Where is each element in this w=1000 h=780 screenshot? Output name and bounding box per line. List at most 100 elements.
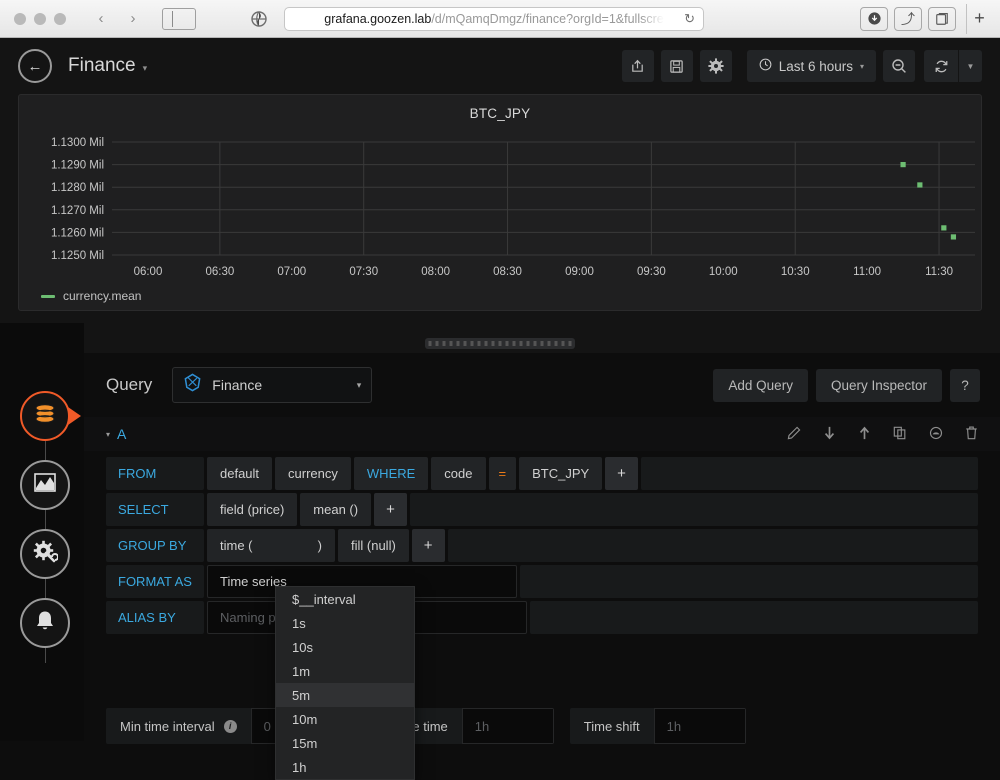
sidebar-item-general[interactable] (20, 529, 70, 579)
add-group-by-button[interactable]: + (411, 529, 445, 562)
share-icon[interactable]: ⤴ (894, 6, 922, 31)
alias-by-label: ALIAS BY (106, 601, 204, 634)
time-range-picker[interactable]: Last 6 hours ▾ (746, 50, 876, 82)
dashboard-title-text: Finance (68, 55, 136, 76)
select-field-segment[interactable]: field (price) (207, 493, 298, 526)
where-tag-segment[interactable]: code (431, 457, 486, 490)
y-axis-tick-label: 1.1250 Mil (51, 250, 104, 262)
datasource-name: Finance (212, 377, 263, 393)
save-dashboard-button[interactable] (660, 50, 693, 82)
min-time-interval-text: Min time interval (120, 718, 215, 734)
sidebar-icon (163, 9, 195, 29)
group-by-label: GROUP BY (106, 529, 204, 562)
query-options-row: Min time interval i 0 Relative time 1h T… (106, 708, 978, 744)
min-time-interval-label: Min time interval i (106, 708, 251, 744)
gear-wrench-icon (32, 539, 59, 570)
dropdown-option[interactable]: 1h (276, 755, 414, 779)
graph-panel: BTC_JPY 1.1300 Mil 1.1290 Mil 1.1280 Mil 1.… (18, 94, 982, 311)
move-up-icon[interactable] (858, 426, 871, 443)
x-axis-tick-label: 06:30 (205, 266, 234, 278)
edit-icon[interactable] (787, 426, 801, 443)
legend-color-swatch (41, 294, 55, 298)
clock-icon (759, 58, 772, 74)
info-icon[interactable]: i (223, 719, 237, 733)
dropdown-option[interactable]: $__interval (276, 587, 414, 611)
reload-icon[interactable]: ↻ (684, 11, 695, 27)
chart-legend[interactable]: currency.mean (41, 289, 141, 303)
new-tab-button[interactable]: + (966, 3, 992, 34)
minimize-window-button[interactable] (34, 12, 46, 25)
y-axis-tick-label: 1.1260 Mil (51, 227, 104, 239)
group-by-time-close: ) (317, 538, 322, 553)
dropdown-option[interactable]: 15m (276, 731, 414, 755)
x-axis-tick-label: 09:00 (565, 266, 594, 278)
refresh-interval-dropdown[interactable]: ▼ (958, 50, 982, 82)
format-as-label: FORMAT AS (106, 565, 204, 598)
dropdown-option[interactable]: 10m (276, 707, 414, 731)
share-dashboard-button[interactable] (621, 50, 654, 82)
delete-icon[interactable] (965, 425, 978, 443)
window-traffic-lights[interactable] (8, 12, 66, 25)
tabs-overview-icon[interactable] (928, 6, 956, 31)
panel-editor-nav (0, 323, 84, 741)
dropdown-option[interactable]: 1m (276, 659, 414, 683)
where-label[interactable]: WHERE (353, 457, 429, 490)
datasource-picker[interactable]: Finance ▾ (172, 367, 373, 403)
dashboard-settings-button[interactable] (699, 50, 732, 82)
globe-icon[interactable] (244, 8, 274, 30)
sidebar-item-visualization[interactable] (20, 460, 70, 510)
hide-response-icon[interactable] (929, 426, 943, 443)
group-by-fill-segment[interactable]: fill (null) (338, 529, 409, 562)
panel-resize-handle[interactable] (425, 338, 575, 349)
query-editor: Query Finance ▾ Add Query Query Inspecto… (84, 353, 1000, 741)
relative-time-input[interactable]: 1h (461, 708, 554, 744)
close-window-button[interactable] (14, 12, 26, 25)
group-by-time-segment[interactable]: time ( ) (207, 529, 335, 562)
browser-chrome: ‹ › grafana.goozen.lab/d/mQamqDmgz/finan… (0, 0, 1000, 38)
help-button[interactable]: ? (950, 368, 980, 402)
chevron-down-icon[interactable]: ▾ (143, 63, 148, 73)
add-select-button[interactable]: + (374, 493, 407, 526)
back-to-dashboard-button[interactable]: ← (18, 49, 52, 83)
collapse-query-icon[interactable]: ▾ (106, 430, 110, 439)
where-value-segment[interactable]: BTC_JPY (519, 457, 603, 490)
query-row-format-as: FORMAT AS Time series (106, 565, 978, 598)
row-filler (530, 601, 978, 634)
dropdown-option[interactable]: 5m (276, 683, 414, 707)
dropdown-option[interactable]: 1s (276, 611, 414, 635)
address-bar[interactable]: grafana.goozen.lab/d/mQamqDmgz/finance?o… (284, 6, 704, 31)
sidebar-item-alert[interactable] (20, 598, 70, 648)
x-axis-tick-label: 06:00 (134, 266, 163, 278)
time-shift-input[interactable]: 1h (653, 708, 746, 744)
zoom-out-time-button[interactable] (883, 50, 915, 82)
maximize-window-button[interactable] (54, 12, 66, 25)
query-row-select: SELECT field (price) mean () + (106, 493, 978, 526)
url-path: /d/mQamqDmgz/finance?orgId=1&fullscre (431, 11, 664, 26)
graph-icon (32, 470, 58, 501)
row-filler (409, 493, 978, 526)
back-icon[interactable]: ‹ (86, 8, 116, 30)
duplicate-icon[interactable] (893, 426, 907, 443)
query-inspector-button[interactable]: Query Inspector (815, 368, 942, 402)
refresh-control[interactable]: ▼ (924, 50, 982, 82)
sidebar-toggle-button[interactable] (162, 7, 196, 30)
move-down-icon[interactable] (823, 426, 836, 443)
dropdown-option[interactable]: 10s (276, 635, 414, 659)
add-query-button[interactable]: Add Query (713, 368, 808, 402)
downloads-icon[interactable] (860, 6, 888, 31)
y-axis-tick-label: 1.1300 Mil (51, 137, 104, 149)
refresh-button[interactable] (924, 50, 958, 82)
from-policy-segment[interactable]: default (207, 457, 273, 490)
row-filler (640, 457, 978, 490)
where-operator-segment[interactable]: = (488, 457, 517, 490)
from-measurement-segment[interactable]: currency (275, 457, 351, 490)
query-toolbar: Query Finance ▾ Add Query Query Inspecto… (84, 353, 1000, 417)
chart-area[interactable]: 1.1300 Mil 1.1290 Mil 1.1280 Mil 1.1270 Mil… (19, 125, 981, 310)
add-where-button[interactable]: + (605, 457, 638, 490)
chevron-down-icon: ▾ (859, 61, 864, 71)
sidebar-item-queries[interactable] (20, 391, 70, 441)
forward-icon[interactable]: › (118, 8, 148, 30)
query-row-alias-by: ALIAS BY Naming pattern (106, 601, 978, 634)
select-function-segment[interactable]: mean () (300, 493, 372, 526)
group-by-time-interval-dropdown[interactable]: $__interval 1s 10s 1m 5m 10m 15m 1h (275, 586, 415, 780)
